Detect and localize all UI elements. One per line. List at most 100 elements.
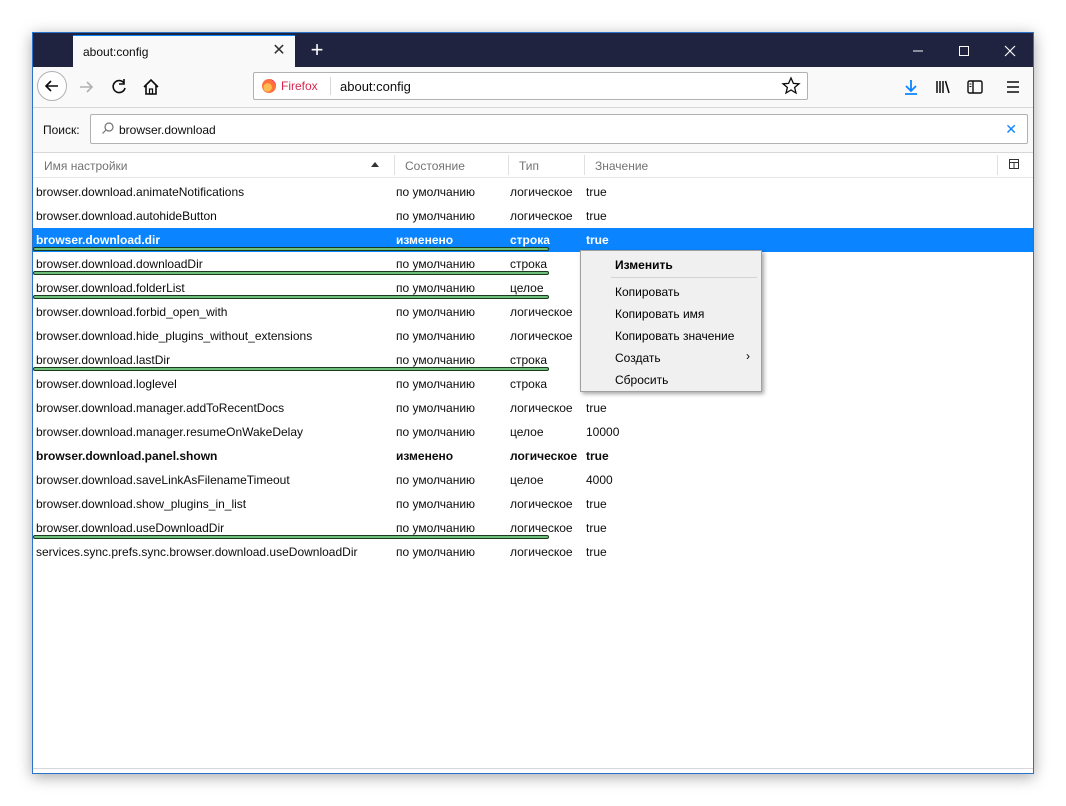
pref-type: строка: [510, 353, 548, 367]
search-input[interactable]: browser.download ✕: [90, 114, 1028, 144]
hamburger-menu-icon: [1007, 81, 1019, 93]
pref-name: browser.download.animateNotifications: [36, 185, 245, 199]
column-picker-icon[interactable]: [1009, 159, 1019, 169]
menu-item-copy-name[interactable]: Копировать имя: [582, 303, 760, 325]
pref-state: по умолчанию: [396, 209, 476, 223]
reload-icon: [112, 79, 126, 94]
column-header-value[interactable]: Значение: [595, 159, 648, 173]
pref-value: true: [586, 209, 607, 223]
tab-title: about:config: [83, 45, 149, 59]
table-row[interactable]: browser.download.forbid_open_with по умо…: [33, 300, 1033, 324]
pref-type: логическое: [510, 521, 573, 535]
pref-state: по умолчанию: [396, 497, 476, 511]
pref-name: browser.download.dir: [36, 233, 161, 247]
pref-type: логическое: [510, 497, 573, 511]
home-button[interactable]: [137, 73, 165, 101]
menu-item-modify[interactable]: Изменить: [582, 254, 760, 276]
search-value[interactable]: browser.download: [119, 123, 216, 137]
forward-button[interactable]: [73, 73, 101, 101]
pref-state: по умолчанию: [396, 521, 476, 535]
pref-name: browser.download.loglevel: [36, 377, 177, 391]
table-row[interactable]: services.sync.prefs.sync.browser.downloa…: [33, 540, 1033, 564]
table-row[interactable]: browser.download.hide_plugins_without_ex…: [33, 324, 1033, 348]
pref-name: browser.download.lastDir: [36, 353, 171, 367]
pref-state: по умолчанию: [396, 377, 476, 391]
pref-type: строка: [510, 257, 548, 271]
pref-state: по умолчанию: [396, 281, 476, 295]
library-button[interactable]: [929, 73, 957, 101]
menu-separator: [611, 277, 757, 278]
menu-item-label: Копировать значение: [615, 329, 735, 343]
downloads-button[interactable]: [897, 73, 925, 101]
sidebar-button[interactable]: [961, 73, 989, 101]
pref-name: browser.download.downloadDir: [36, 257, 203, 271]
url-text[interactable]: about:config: [340, 79, 411, 94]
maximize-icon: [959, 46, 969, 57]
menu-item-create[interactable]: Создать ›: [582, 347, 760, 369]
table-row[interactable]: browser.download.useDownloadDir по умолч…: [33, 516, 1033, 540]
table-row[interactable]: browser.download.animateNotifications по…: [33, 180, 1033, 204]
table-row[interactable]: browser.download.saveLinkAsFilenameTimeo…: [33, 468, 1033, 492]
identity-label[interactable]: Firefox: [281, 79, 318, 93]
back-button[interactable]: [37, 71, 67, 101]
column-header-state[interactable]: Состояние: [405, 159, 465, 173]
pref-name: browser.download.useDownloadDir: [36, 521, 225, 535]
navigation-toolbar: Firefox about:config: [33, 67, 1033, 108]
context-menu: Изменить Копировать Копировать имя Копир…: [580, 250, 762, 392]
pref-type: целое: [510, 473, 544, 487]
table-row[interactable]: browser.download.autohideButton по умолч…: [33, 204, 1033, 228]
menu-button[interactable]: [999, 73, 1027, 101]
pref-value: true: [586, 401, 607, 415]
minimize-button[interactable]: [895, 33, 941, 67]
clear-search-icon[interactable]: ✕: [1005, 121, 1017, 138]
table-row-selected[interactable]: browser.download.dir изменено строка tru…: [33, 228, 1033, 252]
pref-name: browser.download.forbid_open_with: [36, 305, 228, 319]
table-row[interactable]: browser.download.manager.resumeOnWakeDel…: [33, 420, 1033, 444]
pref-name: browser.download.hide_plugins_without_ex…: [36, 329, 313, 343]
pref-state: по умолчанию: [396, 353, 476, 367]
menu-item-label: Создать: [615, 351, 661, 365]
firefox-icon: [262, 79, 276, 93]
column-divider[interactable]: [997, 155, 998, 175]
table-row[interactable]: browser.download.manager.addToRecentDocs…: [33, 396, 1033, 420]
title-bar: about:config ✕ +: [33, 33, 1033, 67]
search-row: Поиск: browser.download ✕: [33, 108, 1033, 152]
table-row[interactable]: browser.download.lastDir по умолчанию ст…: [33, 348, 1033, 372]
menu-item-copy[interactable]: Копировать: [582, 281, 760, 303]
library-icon: [936, 80, 950, 94]
back-arrow-icon: [44, 80, 58, 92]
column-divider[interactable]: [394, 155, 395, 175]
pref-state: изменено: [396, 233, 454, 247]
menu-item-label: Копировать: [615, 285, 680, 299]
menu-item-label: Копировать имя: [615, 307, 705, 321]
pref-value: true: [586, 545, 607, 559]
maximize-button[interactable]: [941, 33, 987, 67]
tab-about-config[interactable]: about:config ✕: [73, 35, 295, 67]
tab-close-icon[interactable]: ✕: [271, 42, 287, 60]
pref-state: по умолчанию: [396, 329, 476, 343]
table-row[interactable]: browser.download.show_plugins_in_list по…: [33, 492, 1033, 516]
table-row[interactable]: browser.download.downloadDir по умолчани…: [33, 252, 1033, 276]
forward-arrow-icon: [80, 81, 94, 93]
bottom-border: [33, 768, 1033, 769]
minimize-icon: [913, 50, 923, 52]
pref-value: 4000: [586, 473, 613, 487]
column-header-type[interactable]: Тип: [519, 159, 539, 173]
column-header-name[interactable]: Имя настройки: [44, 159, 128, 173]
pref-type: логическое: [510, 329, 573, 343]
pref-state: по умолчанию: [396, 545, 476, 559]
close-window-button[interactable]: [987, 33, 1033, 67]
new-tab-button[interactable]: +: [305, 37, 329, 63]
table-row[interactable]: browser.download.folderList по умолчанию…: [33, 276, 1033, 300]
table-row[interactable]: browser.download.loglevel по умолчанию с…: [33, 372, 1033, 396]
pref-value: true: [586, 497, 607, 511]
menu-item-reset[interactable]: Сбросить: [582, 369, 760, 391]
menu-item-copy-value[interactable]: Копировать значение: [582, 325, 760, 347]
table-row[interactable]: browser.download.panel.shown изменено ло…: [33, 444, 1033, 468]
column-divider[interactable]: [584, 155, 585, 175]
address-bar[interactable]: Firefox about:config: [253, 72, 808, 100]
reload-button[interactable]: [105, 73, 133, 101]
bookmark-star-icon[interactable]: [781, 76, 801, 96]
column-divider[interactable]: [508, 155, 509, 175]
menu-item-label: Изменить: [615, 258, 673, 272]
